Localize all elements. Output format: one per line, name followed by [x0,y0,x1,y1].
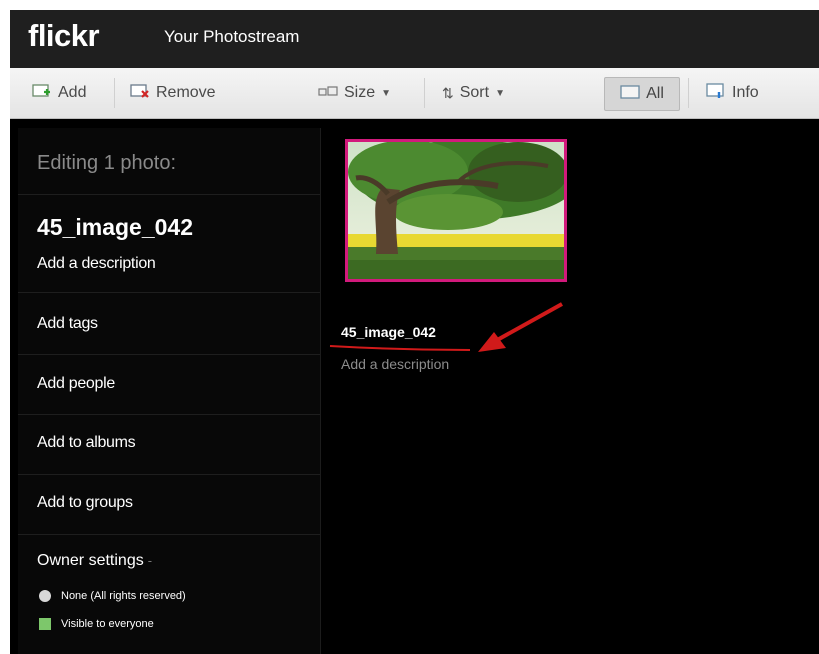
toolbar-divider [688,78,689,108]
sort-arrows-icon: ⇅ [442,84,454,101]
tree-photo-image [348,142,564,279]
add-button[interactable]: Add [32,82,86,104]
size-dropdown[interactable]: Size ▼ [318,82,391,104]
sidebar-divider [18,414,320,415]
info-label: Info [732,84,759,101]
sort-label: Sort [459,84,490,101]
toolbar: Add Remove Size ▼ ⇅ Sort ▼ All Info [10,68,819,119]
license-setting[interactable]: None (All rights reserved) [39,590,186,602]
selected-photo-thumbnail[interactable] [345,139,567,282]
sidebar-photo-title[interactable]: 45_image_042 [37,214,193,241]
remove-label: Remove [156,84,216,101]
sidebar-divider [18,474,320,475]
edit-sidebar: Editing 1 photo: 45_image_042 Add a desc… [18,128,321,654]
photo-description-placeholder[interactable]: Add a description [341,356,449,372]
editing-count-label: Editing 1 photo: [37,152,176,174]
sidebar-add-description[interactable]: Add a description [37,255,156,273]
visibility-label: Visible to everyone [61,618,154,630]
visibility-setting[interactable]: Visible to everyone [39,618,154,630]
flickr-window: flickr Your Photostream Add Remove Size … [10,10,819,654]
sidebar-add-to-groups[interactable]: Add to groups [37,494,133,512]
add-label: Add [58,84,87,101]
sort-dropdown[interactable]: ⇅ Sort ▼ [442,82,505,104]
owner-settings-label: Owner settings [37,552,144,569]
size-icon [318,84,338,102]
top-bar: flickr Your Photostream [10,10,819,68]
chevron-down-icon: ▼ [495,87,505,99]
flickr-logo[interactable]: flickr [28,18,100,54]
sidebar-add-tags[interactable]: Add tags [37,315,98,333]
dash-icon: - [147,553,153,568]
size-label: Size [344,84,376,101]
toolbar-divider [114,78,115,108]
owner-settings-toggle[interactable]: Owner settings - [37,552,152,570]
sidebar-divider [18,194,320,195]
license-icon [39,590,51,602]
remove-photo-icon [130,83,150,104]
page-title: Your Photostream [164,27,300,46]
photo-title[interactable]: 45_image_042 [341,324,436,340]
sidebar-divider [18,354,320,355]
remove-button[interactable]: Remove [130,82,216,104]
license-label: None (All rights reserved) [61,590,186,602]
sidebar-divider [18,292,320,293]
sidebar-divider [18,534,320,535]
chevron-down-icon: ▼ [381,87,392,99]
select-all-button[interactable]: All [604,77,680,111]
add-photo-icon [32,83,52,104]
sidebar-add-to-albums[interactable]: Add to albums [37,434,136,452]
visibility-icon [39,618,51,630]
page-top-strip [0,0,819,10]
info-button[interactable]: Info [706,82,759,104]
toolbar-divider [424,78,425,108]
select-all-icon [620,84,640,104]
info-icon [706,82,726,104]
sidebar-add-people[interactable]: Add people [37,375,115,393]
all-label: All [646,85,664,102]
